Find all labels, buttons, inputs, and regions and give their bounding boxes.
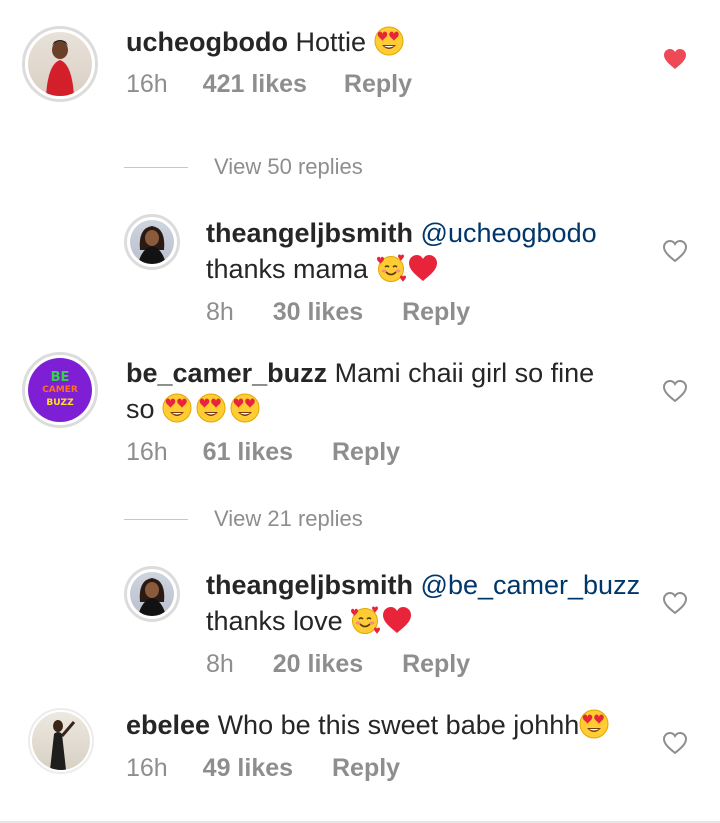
comment-body: ebelee Who be this sweet babe johhh [126, 708, 609, 742]
avatar[interactable] [124, 566, 180, 622]
timestamp: 16h [126, 754, 168, 782]
reply-theangeljbsmith: theangeljbsmith @be_camer_buzz thanks lo… [0, 552, 720, 692]
comment-text-cont: so [126, 394, 155, 424]
heart-eyes-emoji-icon [196, 393, 226, 423]
mention-link[interactable]: @be_camer_buzz [421, 570, 641, 600]
reply-body-line1: theangeljbsmith @ucheogbodo [206, 216, 597, 250]
heart-eyes-emoji-icon [579, 709, 609, 739]
comment-body: ucheogbodo Hottie [126, 25, 404, 59]
like-count[interactable]: 61 likes [203, 438, 293, 466]
username[interactable]: theangeljbsmith [206, 218, 413, 248]
username[interactable]: be_camer_buzz [126, 358, 327, 388]
username[interactable]: theangeljbsmith [206, 570, 413, 600]
reply-text: thanks love [206, 606, 343, 636]
comment-meta: 16h 49 likes Reply [126, 754, 400, 783]
mention-link[interactable]: @ucheogbodo [421, 218, 597, 248]
comment-ucheogbodo: ucheogbodo Hottie 16h 421 likes Reply [0, 0, 720, 150]
heart-eyes-emoji-icon [230, 393, 260, 423]
username[interactable]: ebelee [126, 710, 210, 740]
heart-outline-icon[interactable] [662, 730, 688, 756]
reply-button[interactable]: Reply [402, 650, 470, 678]
view-replies-button[interactable]: View 50 replies [214, 154, 363, 180]
heart-eyes-emoji-icon [162, 393, 192, 423]
heart-outline-icon[interactable] [662, 378, 688, 404]
like-count[interactable]: 30 likes [273, 298, 363, 326]
heart-eyes-emoji-icon [374, 26, 404, 56]
view-replies-divider [124, 167, 188, 168]
reply-button[interactable]: Reply [332, 438, 400, 466]
comment-meta: 16h 61 likes Reply [126, 438, 400, 467]
view-replies-divider [124, 519, 188, 520]
reply-meta: 8h 20 likes Reply [206, 650, 470, 679]
avatar[interactable] [124, 214, 180, 270]
timestamp: 16h [126, 438, 168, 466]
smiling-hearts-emoji-icon [350, 605, 381, 635]
reply-body-line1: theangeljbsmith @be_camer_buzz [206, 568, 640, 602]
heart-outline-icon[interactable] [662, 238, 688, 264]
comment-body-line2: so [126, 392, 260, 426]
reply-body-line2: thanks mama [206, 252, 438, 286]
red-heart-emoji-icon [408, 255, 437, 281]
avatar-photo [138, 226, 166, 264]
red-heart-emoji-icon [383, 607, 412, 633]
timestamp: 16h [126, 70, 168, 98]
like-count[interactable]: 20 likes [273, 650, 363, 678]
avatar-photo [138, 578, 166, 616]
timestamp: 8h [206, 650, 234, 678]
comment-meta: 16h 421 likes Reply [126, 70, 412, 99]
reply-text: thanks mama [206, 254, 369, 284]
username[interactable]: ucheogbodo [126, 27, 288, 57]
comment-text: Mami chaii girl so fine [334, 358, 595, 388]
avatar-logo-text: BE CAMER BUZZ [42, 369, 78, 408]
like-count[interactable]: 421 likes [203, 70, 307, 98]
avatar[interactable]: BE CAMER BUZZ [22, 352, 98, 428]
smiling-hearts-emoji-icon [375, 253, 406, 283]
comment-be-camer-buzz: BE CAMER BUZZ be_camer_buzz Mami chaii g… [0, 340, 720, 490]
comment-ebelee: ebelee Who be this sweet babe johhh 16h … [0, 692, 720, 820]
heart-filled-icon[interactable] [662, 46, 688, 72]
comment-body-line1: be_camer_buzz Mami chaii girl so fine [126, 356, 594, 390]
reply-meta: 8h 30 likes Reply [206, 298, 470, 327]
reply-button[interactable]: Reply [344, 70, 412, 98]
comment-text: Hottie [295, 27, 367, 57]
avatar-photo [50, 720, 76, 770]
timestamp: 8h [206, 298, 234, 326]
view-replies-button[interactable]: View 21 replies [214, 506, 363, 532]
reply-button[interactable]: Reply [332, 754, 400, 782]
reply-body-line2: thanks love [206, 604, 412, 638]
reply-theangeljbsmith: theangeljbsmith @ucheogbodo thanks mama … [0, 200, 720, 340]
avatar[interactable] [28, 708, 94, 774]
avatar[interactable] [22, 26, 98, 102]
avatar-photo [46, 40, 74, 96]
like-count[interactable]: 49 likes [203, 754, 293, 782]
reply-button[interactable]: Reply [402, 298, 470, 326]
heart-outline-icon[interactable] [662, 590, 688, 616]
comment-text: Who be this sweet babe johhh [217, 710, 580, 740]
